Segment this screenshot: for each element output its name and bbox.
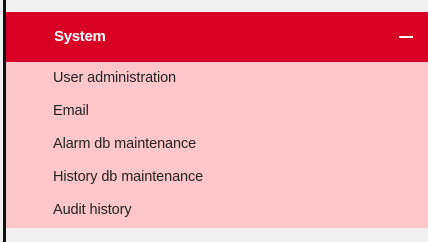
system-panel: System User administration Email Alarm d… (6, 12, 428, 228)
menu-item-audit-history[interactable]: Audit history (6, 194, 428, 227)
system-menu: User administration Email Alarm db maint… (6, 62, 428, 228)
menu-item-alarm-db-maintenance[interactable]: Alarm db maintenance (6, 128, 428, 161)
bottom-spacer (6, 228, 428, 242)
system-panel-header[interactable]: System (6, 12, 428, 62)
menu-item-history-db-maintenance[interactable]: History db maintenance (6, 161, 428, 194)
menu-item-email[interactable]: Email (6, 95, 428, 128)
minus-icon[interactable] (399, 36, 413, 38)
sidebar-frame: System User administration Email Alarm d… (0, 0, 428, 242)
menu-item-user-administration[interactable]: User administration (6, 62, 428, 95)
panel-title: System (54, 28, 106, 45)
top-spacer (6, 0, 428, 12)
